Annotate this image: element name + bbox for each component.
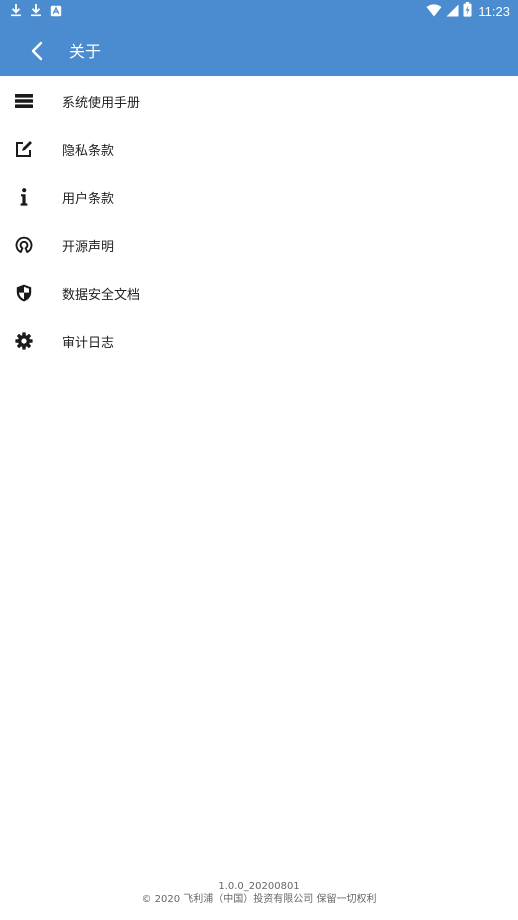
status-time: 11:23 — [478, 3, 510, 19]
download-icon — [10, 2, 22, 21]
footer: 1.0.0_20200801 © 2020 飞利浦（中国）投资有限公司 保留一切… — [0, 880, 518, 906]
app-header: 11:23 关于 — [0, 0, 518, 76]
info-icon — [14, 187, 34, 207]
menu-item-label: 系统使用手册 — [62, 95, 141, 111]
menu-item-privacy-policy[interactable]: 隐私条款 — [0, 125, 518, 173]
chevron-left-icon — [31, 41, 43, 61]
menu-item-system-manual[interactable]: 系统使用手册 — [0, 77, 518, 125]
status-bar-left — [10, 3, 62, 19]
menu-item-label: 用户条款 — [62, 191, 115, 207]
list-icon — [14, 91, 34, 111]
menu-item-user-terms[interactable]: 用户条款 — [0, 173, 518, 221]
shield-icon — [14, 283, 34, 303]
status-bar: 11:23 — [0, 0, 518, 22]
menu-item-label: 数据安全文档 — [62, 287, 141, 303]
menu-item-data-security[interactable]: 数据安全文档 — [0, 269, 518, 317]
open-source-icon — [14, 235, 34, 255]
notification-icon — [50, 2, 62, 21]
status-bar-right: 11:23 — [426, 1, 510, 21]
copyright-text: © 2020 飞利浦（中国）投资有限公司 保留一切权利 — [141, 894, 377, 905]
wifi-icon — [426, 2, 442, 21]
menu-item-open-source[interactable]: 开源声明 — [0, 221, 518, 269]
menu-item-audit-log[interactable]: 审计日志 — [0, 317, 518, 365]
page-title: 关于 — [69, 42, 102, 61]
download-icon — [30, 2, 42, 21]
toolbar: 关于 — [0, 26, 518, 74]
app-version: 1.0.0_20200801 — [218, 881, 300, 892]
about-menu: 系统使用手册 隐私条款 用户条款 开源声明 数据安全文档 审计日志 — [0, 77, 518, 365]
gear-icon — [14, 331, 34, 351]
menu-item-label: 隐私条款 — [62, 143, 115, 159]
battery-charging-icon — [463, 1, 472, 21]
edit-icon — [14, 139, 34, 159]
signal-icon — [446, 2, 459, 21]
menu-item-label: 审计日志 — [62, 335, 115, 351]
back-button[interactable] — [22, 36, 52, 66]
menu-item-label: 开源声明 — [62, 239, 115, 255]
